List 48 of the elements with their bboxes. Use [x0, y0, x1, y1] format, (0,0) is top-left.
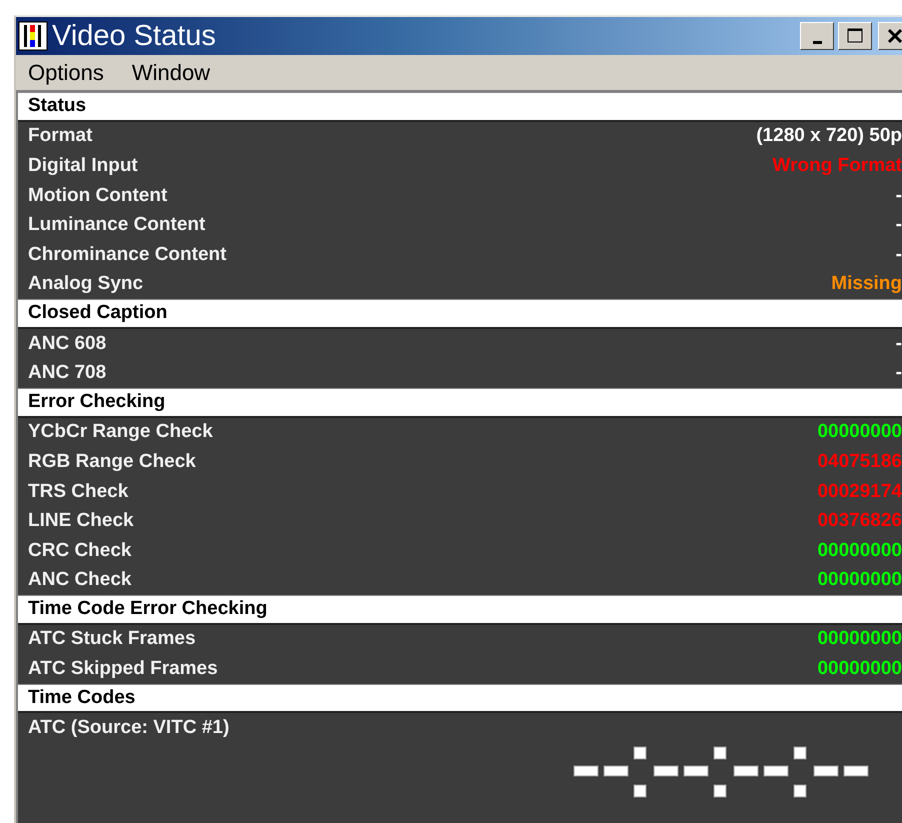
row-label: ANC 708 [28, 362, 106, 384]
row-label: TRS Check [28, 480, 128, 503]
row-label: ATC Skipped Frames [28, 658, 218, 680]
row-label: Motion Content [28, 184, 168, 207]
row-label: ANC Check [28, 569, 132, 592]
minimize-icon [812, 40, 822, 44]
section-header: Time Code Error Checking [18, 595, 902, 625]
row-label: RGB Range Check [28, 450, 196, 473]
row-label: Luminance Content [28, 214, 206, 236]
close-button[interactable] [878, 22, 902, 50]
row-value: 04075186 [817, 450, 902, 473]
row-label: Digital Input [28, 154, 138, 177]
section-header: Error Checking [18, 388, 902, 418]
close-icon [886, 27, 902, 45]
row-value: - [896, 244, 902, 266]
maximize-button[interactable] [838, 22, 872, 50]
section-header: Closed Caption [18, 299, 902, 329]
row-label: Format [28, 125, 92, 148]
row-label: Analog Sync [28, 273, 144, 296]
row-value: - [896, 184, 902, 207]
menu-item[interactable]: Options [28, 60, 104, 86]
section-header: Time Codes [18, 684, 902, 714]
row-value: - [896, 362, 902, 384]
row-value: - [896, 332, 902, 355]
maximize-icon [846, 27, 864, 45]
menu-item[interactable]: Window [132, 60, 210, 86]
row-value: Missing [831, 273, 902, 296]
window-title: Video Status [52, 20, 217, 52]
row-value: 00029174 [817, 480, 902, 503]
app-icon [18, 21, 48, 51]
row-label: LINE Check [28, 510, 134, 532]
row-label: ATC Stuck Frames [28, 628, 196, 650]
row-value: 00376826 [817, 510, 902, 532]
row-label: ANC 608 [28, 332, 106, 355]
row-label: Chrominance Content [28, 244, 226, 266]
row-value: Wrong Format [772, 154, 902, 177]
section-header: Status [18, 92, 902, 122]
row-value: 00000000 [817, 540, 902, 562]
row-value: - [896, 214, 902, 236]
row-label: YCbCr Range Check [28, 421, 213, 444]
row-label: CRC Check [28, 540, 132, 562]
row-value: 00000000 [817, 658, 902, 680]
row-value: 00000000 [817, 421, 902, 444]
minimize-button[interactable] [800, 22, 834, 50]
row-value: 00000000 [817, 569, 902, 592]
row-label: ATC (Source: VITC #1) [28, 717, 230, 740]
row-value: 00000000 [817, 628, 902, 650]
row-value: (1280 x 720) 50p [756, 125, 902, 148]
